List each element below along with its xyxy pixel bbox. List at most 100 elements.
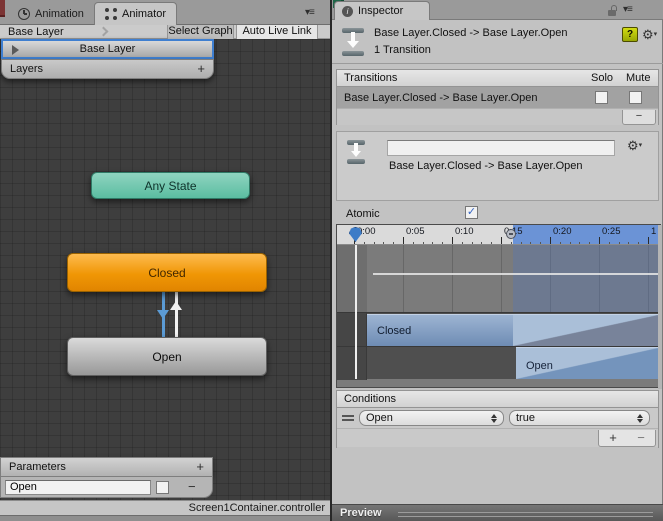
preview-label: Preview — [340, 507, 382, 519]
transitions-panel: Transitions Solo Mute Base Layer.Closed … — [336, 69, 659, 125]
condition-value-dropdown[interactable]: true — [509, 410, 650, 426]
transitions-footer: − — [337, 108, 658, 125]
tab-animator[interactable]: Animator — [94, 2, 178, 25]
preview-drag-lines — [398, 512, 653, 517]
timeline-left-column — [337, 245, 367, 312]
state-machine-graph[interactable]: Base Layer Layers + Any State Closed Ope… — [0, 39, 330, 521]
solo-checkbox[interactable] — [595, 91, 608, 104]
lock-icon[interactable] — [608, 5, 618, 16]
breadcrumb[interactable]: Base Layer — [8, 26, 64, 38]
transition-name-field[interactable] — [387, 140, 615, 156]
condition-parameter-value: Open — [366, 412, 393, 424]
gear-icon[interactable]: ⚙▾ — [627, 139, 642, 152]
auto-live-link-button[interactable]: Auto Live Link — [236, 25, 318, 39]
info-icon — [342, 5, 353, 17]
transition-row-label: Base Layer.Closed -> Base Layer.Open — [344, 91, 538, 104]
blend-curve-line — [373, 273, 658, 275]
remove-transition-button[interactable]: − — [622, 110, 656, 125]
parameter-name-field[interactable] — [5, 479, 151, 495]
drag-handle-icon[interactable] — [342, 415, 354, 421]
track-open-bar[interactable]: Open — [516, 347, 658, 379]
updown-icon — [491, 413, 497, 423]
breadcrumb-bar: Base Layer Select Graph Auto Live Link — [0, 25, 330, 39]
conditions-title: Conditions — [344, 393, 396, 405]
clock-icon — [18, 7, 30, 20]
conditions-panel: Conditions Open true + − — [336, 390, 659, 448]
transition-range-highlight — [513, 225, 658, 244]
inspector-subtitle: 1 Transition — [374, 44, 431, 56]
tick-label: 0:20 — [553, 226, 572, 237]
track-closed-fadeout — [513, 314, 658, 346]
tick-label: 0:10 — [455, 226, 474, 237]
transitions-title: Transitions — [344, 72, 398, 84]
base-layer-row-label: Base Layer — [79, 43, 136, 55]
node-any-state[interactable]: Any State — [91, 172, 250, 199]
window-edge-decoration — [0, 0, 5, 17]
gear-icon[interactable]: ⚙▾ — [642, 28, 657, 41]
node-any-state-label: Any State — [144, 178, 197, 193]
arrow-down-icon — [157, 310, 169, 319]
remove-condition-button[interactable]: − — [627, 430, 655, 446]
transitions-header: Transitions Solo Mute — [337, 70, 658, 87]
pane-menu-icon[interactable]: ▾≡ — [305, 7, 315, 18]
controller-status-bar: Screen1Container.controller — [0, 500, 330, 515]
layers-label: Layers — [10, 63, 44, 75]
mute-checkbox[interactable] — [629, 91, 642, 104]
help-icon[interactable] — [622, 27, 638, 42]
tick-label: 0:05 — [406, 226, 425, 237]
remove-parameter-button[interactable]: − — [188, 480, 196, 493]
playhead-line[interactable] — [355, 245, 357, 379]
atomic-label: Atomic — [346, 208, 380, 220]
timeline-right-edge — [658, 225, 662, 389]
updown-icon — [637, 413, 643, 423]
node-closed-label: Closed — [148, 265, 186, 280]
inspector-pane: Inspector ▾≡ Base Layer.Closed -> Base L… — [332, 0, 663, 521]
condition-row: Open true — [337, 408, 658, 428]
bottom-strip — [0, 515, 330, 521]
transition-open-to-closed[interactable] — [175, 292, 178, 337]
base-layer-row[interactable]: Base Layer — [1, 39, 214, 59]
transition-icon — [342, 28, 364, 56]
parameters-title: Parameters — [9, 461, 66, 473]
node-open-label: Open — [152, 349, 182, 364]
track-open-label: Open — [526, 360, 553, 372]
transition-list-row[interactable]: Base Layer.Closed -> Base Layer.Open — [337, 87, 658, 108]
preview-bar[interactable]: Preview — [332, 504, 663, 521]
parameter-value-checkbox[interactable] — [156, 480, 169, 494]
chevron-right-icon — [98, 26, 109, 37]
transition-detail-box: ⚙▾ Base Layer.Closed -> Base Layer.Open — [336, 131, 659, 201]
animator-pane: Animation Animator ▾≡ Base Layer Select … — [0, 0, 330, 521]
tab-animation[interactable]: Animation — [8, 2, 94, 25]
tab-inspector-label: Inspector — [358, 5, 404, 17]
track-closed-label: Closed — [377, 324, 412, 337]
transition-icon — [347, 140, 365, 164]
play-triangle-icon — [12, 45, 19, 55]
add-condition-button[interactable]: + — [599, 430, 627, 446]
timeline-ruler[interactable]: 0:00 0:05 0:10 0:15 0:20 0:25 1 — [337, 225, 662, 245]
condition-parameter-dropdown[interactable]: Open — [359, 410, 504, 426]
transition-timeline[interactable]: 0:00 0:05 0:10 0:15 0:20 0:25 1 Closed — [336, 224, 662, 389]
conditions-header: Conditions — [337, 391, 658, 408]
tab-animation-label: Animation — [35, 7, 84, 20]
select-graph-button[interactable]: Select Graph — [167, 25, 234, 39]
transition-start-marker[interactable] — [506, 229, 516, 239]
animator-controller-icon — [105, 8, 117, 20]
pane-menu-icon[interactable]: ▾≡ — [623, 4, 633, 15]
conditions-footer: + − — [337, 428, 658, 447]
tab-animator-label: Animator — [122, 8, 167, 20]
add-parameter-button[interactable]: + — [196, 460, 204, 473]
parameters-header: Parameters + — [0, 457, 213, 477]
playhead-handle[interactable] — [349, 227, 362, 242]
tick-label: 1 — [651, 226, 657, 237]
node-closed[interactable]: Closed — [67, 253, 267, 292]
unity-editor-window: Animation Animator ▾≡ Base Layer Select … — [0, 0, 663, 521]
add-layer-button[interactable]: + — [197, 62, 205, 75]
parameter-row: − — [0, 477, 213, 498]
condition-list-buttons: + − — [598, 430, 656, 447]
node-open[interactable]: Open — [67, 337, 267, 376]
atomic-checkbox[interactable]: ✓ — [465, 206, 478, 219]
tab-inspector[interactable]: Inspector — [334, 1, 430, 20]
track-closed-bar[interactable]: Closed — [367, 314, 513, 346]
inspector-tab-bar: Inspector ▾≡ — [332, 0, 663, 20]
solo-column-label: Solo — [591, 72, 614, 84]
